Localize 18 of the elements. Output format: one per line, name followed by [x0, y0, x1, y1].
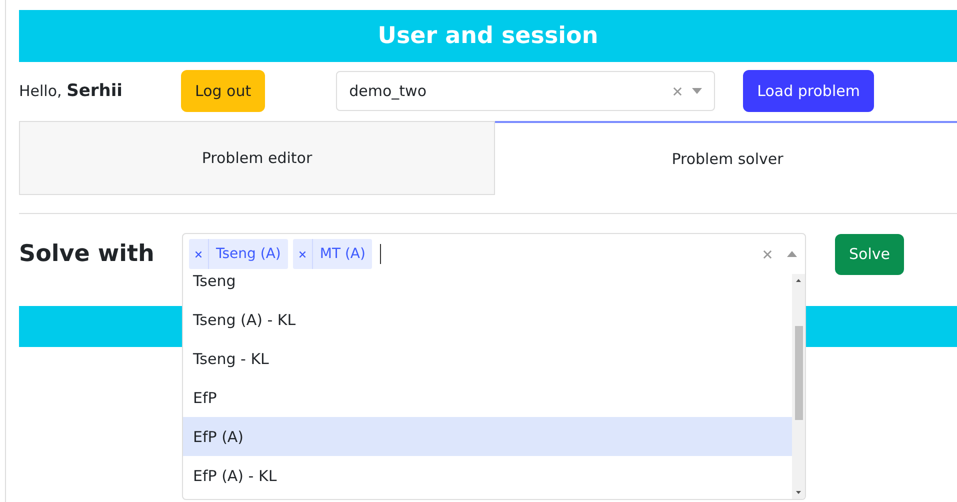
tab[interactable]: Problem editor — [19, 121, 495, 195]
solve-button[interactable]: Solve — [835, 234, 904, 274]
option-item[interactable]: EfP (A) — [183, 417, 792, 456]
header-title: User and session — [378, 23, 598, 49]
caret-up-icon[interactable] — [787, 251, 797, 257]
logout-button[interactable]: Log out — [181, 70, 266, 112]
close-icon[interactable] — [195, 250, 202, 258]
scrollbar[interactable] — [792, 274, 805, 499]
section-title: Solve with — [19, 241, 156, 267]
problem-select[interactable]: demo_two — [336, 71, 716, 111]
caret-icon[interactable] — [692, 88, 702, 94]
method-tag[interactable]: MT (A) — [292, 239, 372, 269]
close-icon[interactable] — [673, 86, 682, 96]
greeting: Hello, Serhii — [19, 81, 124, 101]
close-icon[interactable] — [298, 250, 306, 258]
close-icon[interactable] — [763, 250, 772, 258]
method-tag[interactable]: Tseng (A) — [189, 239, 288, 269]
load-problem-button[interactable]: Load problem — [743, 70, 874, 112]
